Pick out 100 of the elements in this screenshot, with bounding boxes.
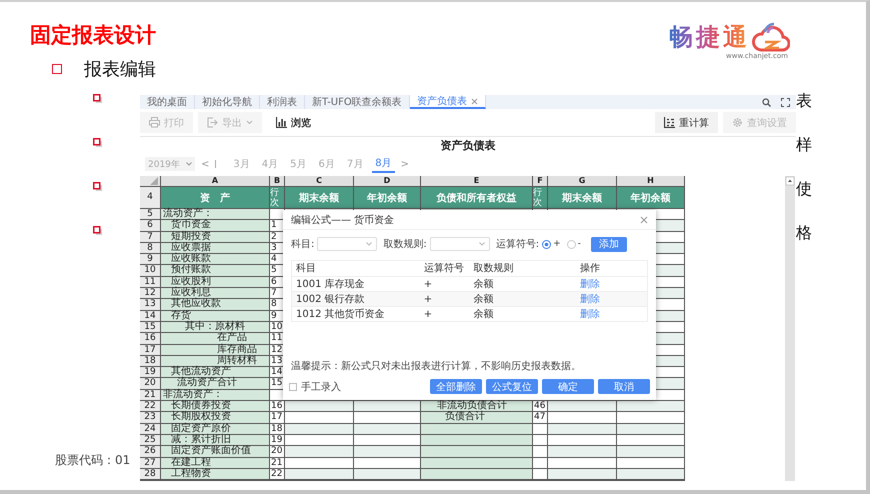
dialog-button[interactable]: 公式复位 (486, 379, 538, 394)
table-cell: 负债合计 (421, 412, 532, 423)
table-cell: 7 (270, 288, 284, 298)
table-cell: 非流动负债合计 (421, 401, 532, 412)
table-cell: 5 (270, 265, 284, 276)
gear-icon (732, 117, 743, 128)
column-header: F (533, 176, 547, 186)
tab[interactable]: 利润表 (260, 95, 305, 109)
fullscreen-icon[interactable] (781, 98, 790, 106)
table-header: 年初余额 (354, 187, 420, 208)
year-dropdown[interactable]: 2019年 (145, 157, 195, 171)
row-number: 18 (140, 356, 160, 366)
field-label: 运算符号: (496, 238, 540, 251)
table-cell-text: 余额 (472, 308, 494, 322)
table-header: 期末余额 (548, 187, 616, 208)
month-tab[interactable]: 4月 (258, 156, 282, 172)
text-fragment: 样 (796, 136, 812, 154)
hint-text: 温馨提示：新公式只对未出报表进行计算，不影响历史报表数据。 (291, 360, 582, 373)
field-label: 取数规则: (383, 238, 427, 251)
dialog-button[interactable]: 取消 (598, 379, 650, 394)
delete-link[interactable]: 删除 (580, 294, 600, 305)
dropdown-field[interactable] (430, 237, 490, 251)
checkbox-label: 手工录入 (301, 380, 341, 394)
table-cell: 8 (270, 299, 284, 310)
column-header: C (285, 176, 353, 186)
previous-button[interactable]: < (201, 158, 210, 170)
export-icon (207, 117, 218, 128)
field-label: 科目: (291, 238, 314, 251)
dialog-button[interactable]: 确定 (542, 379, 594, 394)
row-number: 21 (140, 390, 160, 400)
month-tab[interactable]: 5月 (287, 156, 310, 172)
search-icon[interactable] (762, 98, 771, 106)
row-number: 22 (140, 401, 160, 412)
table-cell (533, 446, 547, 457)
table-header: 资 产 (161, 187, 269, 208)
checkbox[interactable] (289, 382, 297, 390)
delete-link[interactable]: 删除 (580, 309, 600, 320)
dialog-title: 编辑公式—— 货币资金 (291, 214, 394, 226)
table-cell (285, 434, 353, 446)
row-number: 9 (140, 254, 160, 264)
column-header: 科目 (295, 262, 317, 276)
table-cell: 14 (270, 367, 284, 378)
table-cell: 47 (533, 412, 547, 423)
table-cell: 货币资金 (161, 220, 269, 231)
table-cell (285, 446, 353, 457)
table-cell (617, 401, 684, 412)
row-number: 24 (140, 424, 160, 434)
select-all-corner-icon (140, 176, 160, 186)
table-cell: 流动资产： (161, 209, 269, 220)
bullet-square-icon (93, 226, 103, 236)
table-cell-text: 1001 库存现金 (295, 278, 366, 292)
table-cell: 预付账款 (161, 265, 269, 276)
column-header: 运算符号 (422, 262, 465, 276)
tab[interactable]: 初始化导航 (195, 95, 260, 109)
table-cell: 非流动资产： (161, 390, 269, 400)
table-cell: 长期股权投资 (161, 412, 269, 423)
add-button[interactable]: 添加 (590, 236, 627, 252)
column-header: B (270, 176, 284, 186)
table-cell (354, 458, 420, 468)
dialog-button[interactable]: 全部删除 (430, 379, 482, 394)
table-cell: 11 (270, 333, 284, 344)
chevron-down-icon (366, 242, 372, 246)
month-tab[interactable]: 3月 (230, 156, 253, 172)
table-cell (285, 468, 353, 480)
row-number: 23 (140, 412, 160, 423)
row-number: 15 (140, 322, 160, 332)
table-cell (548, 401, 616, 412)
radio-button[interactable] (542, 240, 552, 248)
toolbar-button[interactable]: 重计算 (655, 112, 718, 133)
row-number: 17 (140, 344, 160, 355)
table-cell: 固定资产账面价值 (161, 446, 269, 457)
row-number: 28 (140, 468, 160, 480)
table-cell-text: + (422, 278, 434, 292)
table-cell: 其他流动资产 (161, 367, 269, 378)
tab[interactable]: 资产负债表 (410, 95, 486, 109)
table-cell: 13 (270, 356, 284, 366)
close-icon[interactable] (640, 216, 648, 224)
table-cell: 18 (270, 424, 284, 434)
table-cell (548, 468, 616, 480)
dropdown-field[interactable] (317, 237, 378, 251)
table-cell: 流动资产合计 (161, 378, 269, 389)
close-icon[interactable] (470, 98, 478, 104)
table-cell (354, 468, 420, 480)
table-cell (617, 412, 684, 423)
row-number: 12 (140, 288, 160, 298)
toolbar-button[interactable]: 浏览 (267, 112, 320, 133)
month-tab[interactable]: 8月 (372, 156, 395, 172)
table-cell (354, 401, 420, 412)
table-cell (354, 412, 420, 423)
next-button[interactable]: > (400, 158, 410, 170)
table-cell-text: 余额 (472, 292, 494, 307)
radio-button[interactable] (566, 240, 576, 248)
table-cell (548, 458, 616, 468)
month-tab[interactable]: 7月 (344, 156, 366, 172)
delete-link[interactable]: 删除 (580, 279, 600, 290)
table-cell (617, 458, 684, 468)
month-tab[interactable]: 6月 (316, 156, 338, 172)
table-cell-text: + (422, 293, 434, 307)
tab[interactable]: 我的桌面 (140, 95, 195, 109)
row-number: 26 (140, 446, 160, 457)
